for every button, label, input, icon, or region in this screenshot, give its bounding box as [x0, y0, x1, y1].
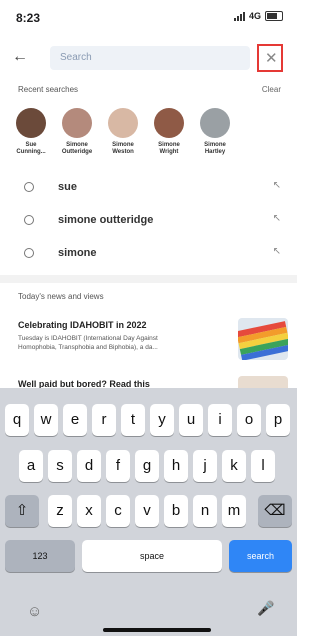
key-g[interactable]: g	[135, 450, 159, 482]
key-s[interactable]: s	[48, 450, 72, 482]
search-key[interactable]: search	[229, 540, 292, 572]
section-divider	[0, 275, 297, 283]
emoji-icon[interactable]: ☺	[27, 603, 42, 620]
fill-arrow-icon[interactable]: ↖	[273, 180, 281, 191]
clock-icon	[24, 215, 34, 225]
key-n[interactable]: n	[193, 495, 217, 527]
key-t[interactable]: t	[121, 404, 145, 436]
key-q[interactable]: q	[5, 404, 29, 436]
search-history-item[interactable]: simone ↖	[0, 242, 297, 268]
search-history-item[interactable]: sue ↖	[0, 176, 297, 202]
key-m[interactable]: m	[222, 495, 246, 527]
person-name: Simone Weston	[112, 142, 134, 155]
clear-search-button[interactable]: ✕	[257, 44, 283, 72]
battery-icon	[265, 11, 283, 21]
history-text: simone outteridge	[58, 214, 154, 226]
clock-icon	[24, 248, 34, 258]
key-f[interactable]: f	[106, 450, 130, 482]
numbers-key[interactable]: 123	[5, 540, 75, 572]
clear-recent-button[interactable]: Clear	[262, 85, 281, 94]
fill-arrow-icon[interactable]: ↖	[273, 213, 281, 224]
person-name: Simone Wright	[158, 142, 180, 155]
delete-key[interactable]: ⌫	[258, 495, 292, 527]
recent-person[interactable]: Simone Wright	[150, 108, 188, 156]
article-thumbnail[interactable]	[238, 318, 288, 360]
close-icon: ✕	[265, 50, 278, 67]
search-history-item[interactable]: simone outteridge ↖	[0, 209, 297, 235]
network-label: 4G	[248, 11, 261, 21]
key-y[interactable]: y	[150, 404, 174, 436]
shift-icon: ⇧	[15, 502, 29, 519]
recent-person[interactable]: Simone Hartley	[196, 108, 234, 156]
key-b[interactable]: b	[164, 495, 188, 527]
person-name: Sue Cunning...	[16, 142, 46, 155]
space-key[interactable]: space	[82, 540, 222, 572]
search-placeholder: Search	[60, 52, 92, 63]
recent-person[interactable]: Sue Cunning...	[12, 108, 50, 156]
history-text: simone	[58, 247, 97, 259]
article-description: Tuesday is IDAHOBIT (International Day A…	[18, 335, 158, 351]
person-name: Simone Hartley	[204, 142, 226, 155]
article-headline[interactable]: Celebrating IDAHOBIT in 2022	[18, 320, 147, 330]
key-r[interactable]: r	[92, 404, 116, 436]
fill-arrow-icon[interactable]: ↖	[273, 246, 281, 257]
avatar	[62, 108, 92, 138]
avatar	[200, 108, 230, 138]
back-arrow-icon[interactable]: ←	[12, 48, 28, 66]
history-text: sue	[58, 181, 77, 193]
news-section-title: Today's news and views	[18, 292, 104, 301]
key-u[interactable]: u	[179, 404, 203, 436]
recent-person[interactable]: Simone Outteridge	[58, 108, 96, 156]
key-c[interactable]: c	[106, 495, 130, 527]
key-j[interactable]: j	[193, 450, 217, 482]
key-l[interactable]: l	[251, 450, 275, 482]
key-i[interactable]: i	[208, 404, 232, 436]
status-time: 8:23	[16, 11, 41, 25]
key-k[interactable]: k	[222, 450, 246, 482]
key-z[interactable]: z	[48, 495, 72, 527]
keyboard: q w e r t y u i o p a s d f g h j k l ⇧ …	[0, 388, 297, 636]
key-x[interactable]: x	[77, 495, 101, 527]
microphone-icon[interactable]: 🎤	[257, 600, 274, 617]
backspace-icon: ⌫	[264, 502, 286, 519]
person-name: Simone Outteridge	[61, 142, 93, 155]
key-d[interactable]: d	[77, 450, 101, 482]
clock-icon	[24, 182, 34, 192]
key-p[interactable]: p	[266, 404, 290, 436]
key-v[interactable]: v	[135, 495, 159, 527]
key-e[interactable]: e	[63, 404, 87, 436]
status-indicators: 4G	[233, 11, 283, 21]
avatar	[154, 108, 184, 138]
signal-icon	[233, 11, 245, 21]
key-o[interactable]: o	[237, 404, 261, 436]
key-h[interactable]: h	[164, 450, 188, 482]
home-indicator	[103, 628, 211, 632]
key-w[interactable]: w	[34, 404, 58, 436]
recent-searches-title: Recent searches	[18, 85, 79, 94]
recent-person[interactable]: Simone Weston	[104, 108, 142, 156]
avatar	[16, 108, 46, 138]
shift-key[interactable]: ⇧	[5, 495, 39, 527]
avatar	[108, 108, 138, 138]
key-a[interactable]: a	[19, 450, 43, 482]
